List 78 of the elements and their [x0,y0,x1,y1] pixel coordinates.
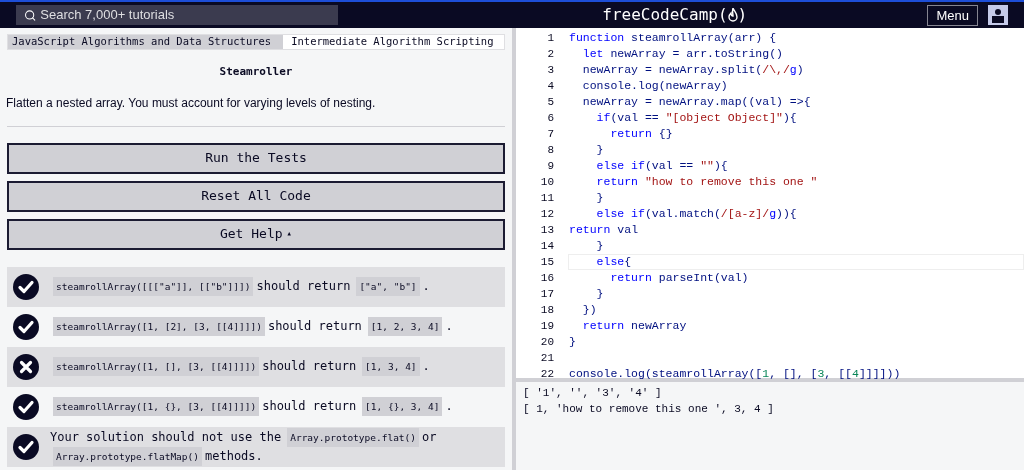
challenge-title: Steamroller [218,64,294,80]
code-snippet: Array.prototype.flat() [287,427,420,447]
test-text: or [422,428,437,446]
line-number: 14 [539,238,554,254]
code-snippet: Array.prototype.flatMap() [53,446,202,466]
code-line: let newArray = arr.toString() [581,46,784,62]
line-number: 3 [546,62,554,78]
code-snippet: ["a", "b"] [356,277,420,296]
breadcrumb-link[interactable]: JavaScript Algorithms and Data Structures [8,35,284,49]
code-line: } [595,142,605,158]
line-number: 20 [539,334,554,350]
test-text: Your solution should not use the [50,428,282,446]
code-line: return newArray [581,318,688,334]
code-line: return val [568,222,640,238]
test-text: . [422,358,430,375]
code-line: console.log(steamrollArray([1, [], [3, [[4]]]])) [568,366,902,382]
test-text: . [445,318,453,335]
code-line: else if(val.match(/[a-z]/g)){ [595,206,798,222]
test-text: methods. [205,447,263,465]
code-line: } [568,334,577,350]
line-number: 2 [546,46,554,62]
test-text: . [445,398,453,415]
test-text: should return [262,398,357,415]
avatar-icon[interactable] [988,5,1008,25]
line-number: 4 [546,78,554,94]
code-snippet: steamrollArray([[["a"]], [["b"]]]) [53,277,254,296]
line-number: 8 [546,142,554,158]
logo-text: freeCodeCamp( [602,4,728,26]
code-line: newArray = newArray.split(/\,/g) [581,62,805,78]
line-number: 19 [539,318,554,334]
code-line: return parseInt(val) [609,270,750,286]
line-number: 9 [546,158,554,174]
code-line: return "how to remove this one " [595,174,819,190]
line-number: 7 [546,126,554,142]
action-button[interactable]: Run the Tests [7,142,505,174]
search-icon [24,8,37,22]
code-snippet: [1, {}, 3, 4] [362,397,443,416]
code-line: function steamrollArray(arr) { [568,30,778,46]
console-output: [ '1', '', '3', '4' ] [523,386,663,401]
code-line: return {} [609,126,674,142]
line-number: 17 [539,286,554,302]
code-line: } [595,286,605,302]
code-snippet: [1, 3, 4] [362,357,420,376]
line-number: 6 [546,110,554,126]
line-number: 5 [546,94,554,110]
code-snippet: steamrollArray([1, [], [3, [[4]]]]) [53,357,260,376]
logo-text: ) [737,4,748,26]
action-button[interactable]: Get Help ▴ [7,218,505,250]
test-text: should return [267,318,362,335]
action-button[interactable]: Reset All Code [7,180,505,212]
line-number: 11 [539,190,554,206]
line-number: 18 [539,302,554,318]
line-number: 15 [539,254,554,270]
code-line: }) [581,302,598,318]
code-line: console.log(newArray) [581,78,729,94]
code-snippet: steamrollArray([1, {}, [3, [[4]]]]) [53,397,260,416]
challenge-description: Flatten a nested array. You must account for varying levels of nesting. [6,94,377,112]
test-text: should return [262,358,357,375]
code-line: newArray = newArray.map((val) =>{ [581,94,812,110]
code-snippet: steamrollArray([1, [2], [3, [[4]]]]) [53,317,265,336]
line-number: 1 [546,30,554,46]
code-line: else if(val == ""){ [595,158,729,174]
line-number: 21 [539,350,554,366]
code-line: } [595,238,605,254]
code-line: } [595,190,605,206]
code-line: if(val == "[object Object]"){ [595,110,798,126]
console-output: [ 1, 'how to remove this one ', 3, 4 ] [523,402,775,417]
line-number: 22 [539,366,554,382]
test-text: . [422,278,430,295]
test-text: should return [256,278,351,295]
code-snippet: [1, 2, 3, 4] [367,317,443,336]
line-number: 10 [539,174,554,190]
line-number: 12 [539,206,554,222]
breadcrumb-link[interactable]: Intermediate Algorithm Scripting [283,35,498,49]
flame-icon [727,8,738,22]
menu-button[interactable]: Menu [927,4,978,26]
line-number: 13 [539,222,554,238]
line-number: 16 [539,270,554,286]
